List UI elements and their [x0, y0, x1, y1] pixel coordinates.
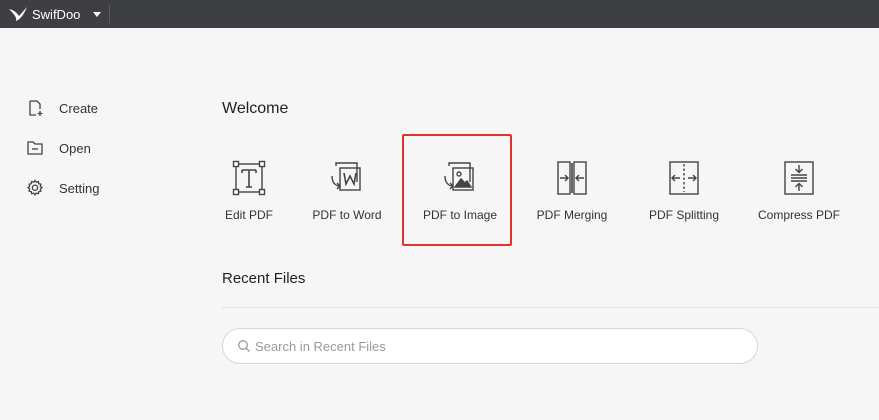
welcome-title: Welcome — [222, 100, 289, 117]
app-name: SwifDoo — [32, 6, 81, 22]
tool-label: PDF Splitting — [648, 208, 720, 222]
search-input[interactable] — [255, 338, 735, 354]
split-icon — [669, 161, 699, 195]
sidebar-item-label: Setting — [59, 180, 100, 196]
swift-bird-icon — [9, 7, 27, 21]
tool-label: PDF to Word — [312, 208, 382, 222]
tool-label: PDF Merging — [536, 208, 608, 222]
sidebar-item-open[interactable]: Open — [26, 137, 91, 159]
highlight-box — [402, 134, 512, 246]
compress-icon — [784, 161, 814, 195]
titlebar-divider — [109, 5, 111, 23]
app-menu-button[interactable] — [91, 8, 103, 20]
folder-icon — [27, 141, 43, 155]
recent-files-search[interactable] — [222, 328, 758, 364]
tool-pdf-to-word[interactable]: PDF to Word — [292, 160, 402, 230]
sidebar-item-label: Open — [59, 140, 91, 156]
tool-pdf-merging[interactable]: PDF Merging — [517, 160, 627, 230]
sidebar-item-label: Create — [59, 100, 99, 116]
sidebar-item-create[interactable]: Create — [26, 97, 98, 119]
recent-files-divider — [222, 307, 879, 308]
text-edit-icon — [232, 160, 266, 196]
gear-icon — [26, 179, 44, 196]
search-icon — [238, 340, 250, 352]
caret-down-icon — [93, 11, 102, 17]
tool-pdf-splitting[interactable]: PDF Splitting — [629, 160, 739, 230]
new-file-icon — [29, 100, 43, 116]
pdf-to-word-icon — [331, 162, 361, 191]
title-bar: SwifDoo — [0, 0, 879, 28]
sidebar-item-setting[interactable]: Setting — [26, 177, 99, 199]
tool-label: Edit PDF — [224, 208, 273, 222]
tool-edit-pdf[interactable]: Edit PDF — [194, 160, 304, 230]
recent-files-title: Recent Files — [222, 270, 306, 287]
merge-icon — [557, 161, 587, 195]
tool-label: Compress PDF — [757, 208, 840, 222]
tool-compress-pdf[interactable]: Compress PDF — [744, 160, 854, 230]
